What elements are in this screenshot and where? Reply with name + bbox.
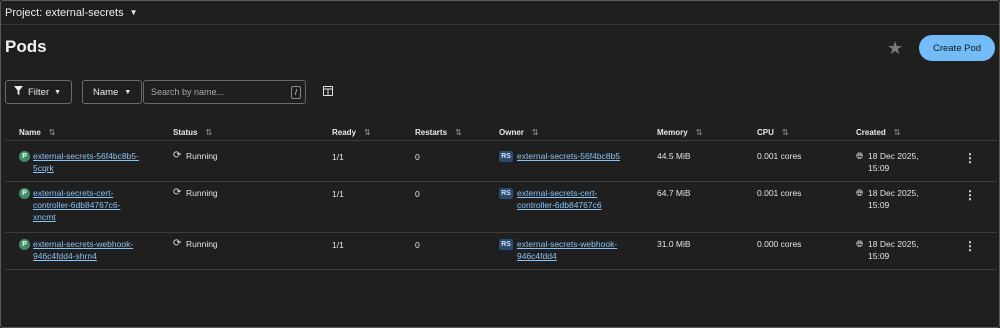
pod-name-link[interactable]: external-secrets-cert-controller-6db8476… <box>33 187 120 223</box>
page-title: Pods <box>5 37 47 56</box>
column-header-name[interactable]: Name ⇅ <box>19 128 56 137</box>
ready-value: 1/1 <box>332 152 344 162</box>
app-frame: Project: external-secrets ▼ Pods ★ Creat… <box>0 0 1000 328</box>
created-value: 18 Dec 2025, 15:09 <box>868 151 919 173</box>
sort-icon: ⇅ <box>205 128 213 137</box>
search-box: / <box>143 80 306 104</box>
kebab-icon[interactable]: ⋮ <box>964 240 976 252</box>
status-text: Running <box>186 239 218 249</box>
column-header-owner[interactable]: Owner ⇅ <box>499 128 539 137</box>
restarts-value: 0 <box>415 152 420 162</box>
project-label: Project: external-secrets <box>5 6 124 19</box>
column-header-ready[interactable]: Ready ⇅ <box>332 128 371 137</box>
pod-name-link[interactable]: external-secrets-56f4bc8b5- 5cqrk <box>33 150 139 174</box>
row-divider <box>5 232 997 233</box>
created-value: 18 Dec 2025, 15:09 <box>868 239 919 261</box>
cpu-value: 0.000 cores <box>757 239 802 249</box>
shortcut-key-hint: / <box>291 86 301 99</box>
restarts-value: 0 <box>415 240 420 250</box>
sort-icon: ⇅ <box>781 128 789 137</box>
column-header-status[interactable]: Status ⇅ <box>173 128 212 137</box>
replicaset-badge: RS <box>499 239 513 250</box>
cpu-value: 0.001 cores <box>757 188 802 198</box>
sort-icon: ⇅ <box>695 128 703 137</box>
filter-type-label: Name <box>93 86 119 98</box>
memory-value: 64.7 MiB <box>657 188 691 198</box>
replicaset-badge: RS <box>499 151 513 162</box>
status-text: Running <box>186 151 218 161</box>
sync-icon: ⟳ <box>173 238 182 249</box>
column-header-restarts[interactable]: Restarts ⇅ <box>415 128 462 137</box>
created-value: 18 Dec 2025, 15:09 <box>868 188 919 210</box>
filter-icon <box>14 86 23 98</box>
owner-link[interactable]: external-secrets-56f4bc8b5 <box>517 150 620 162</box>
column-header-cpu[interactable]: CPU ⇅ <box>757 128 789 137</box>
status-text: Running <box>186 188 218 198</box>
pod-badge: P <box>19 151 30 162</box>
pod-badge: P <box>19 239 30 250</box>
filter-type-select[interactable]: Name ▼ <box>82 80 142 104</box>
caret-down-icon: ▼ <box>124 88 132 96</box>
sort-icon: ⇅ <box>455 128 462 137</box>
owner-link[interactable]: external-secrets-cert-controller-6db8476… <box>517 187 602 211</box>
memory-value: 44.5 MiB <box>657 151 691 161</box>
sort-icon: ⇅ <box>893 128 901 137</box>
owner-link[interactable]: external-secrets-webhook- 946c4fdd4 <box>517 238 617 262</box>
sync-icon: ⟳ <box>173 187 182 198</box>
caret-down-icon: ▼ <box>54 88 62 96</box>
pod-badge: P <box>19 188 30 199</box>
columns-icon[interactable] <box>323 86 333 96</box>
project-selector[interactable]: Project: external-secrets ▼ <box>1 1 999 25</box>
create-pod-button[interactable]: Create Pod <box>919 35 995 61</box>
kebab-icon[interactable]: ⋮ <box>964 152 976 164</box>
row-divider <box>5 269 997 270</box>
sort-icon: ⇅ <box>48 128 56 137</box>
column-header-created[interactable]: Created ⇅ <box>856 128 901 137</box>
caret-down-icon: ▼ <box>129 8 138 17</box>
ready-value: 1/1 <box>332 189 344 199</box>
cpu-value: 0.001 cores <box>757 151 802 161</box>
globe-icon: 🌐︎ <box>856 188 864 198</box>
restarts-value: 0 <box>415 189 420 199</box>
sort-icon: ⇅ <box>531 128 539 137</box>
globe-icon: 🌐︎ <box>856 239 864 249</box>
sort-icon: ⇅ <box>364 128 371 137</box>
ready-value: 1/1 <box>332 240 344 250</box>
row-divider <box>5 140 997 141</box>
sync-icon: ⟳ <box>173 150 182 161</box>
pod-name-link[interactable]: external-secrets-webhook- 946c4fdd4-shrn4 <box>33 238 133 262</box>
replicaset-badge: RS <box>499 188 513 199</box>
search-input[interactable] <box>151 87 286 97</box>
row-divider <box>5 181 997 182</box>
memory-value: 31.0 MiB <box>657 239 691 249</box>
globe-icon: 🌐︎ <box>856 151 864 161</box>
filter-label: Filter <box>28 86 50 98</box>
star-icon[interactable]: ★ <box>887 39 905 57</box>
kebab-icon[interactable]: ⋮ <box>964 189 976 201</box>
filter-button[interactable]: Filter ▼ <box>5 80 72 104</box>
column-header-memory[interactable]: Memory ⇅ <box>657 128 702 137</box>
